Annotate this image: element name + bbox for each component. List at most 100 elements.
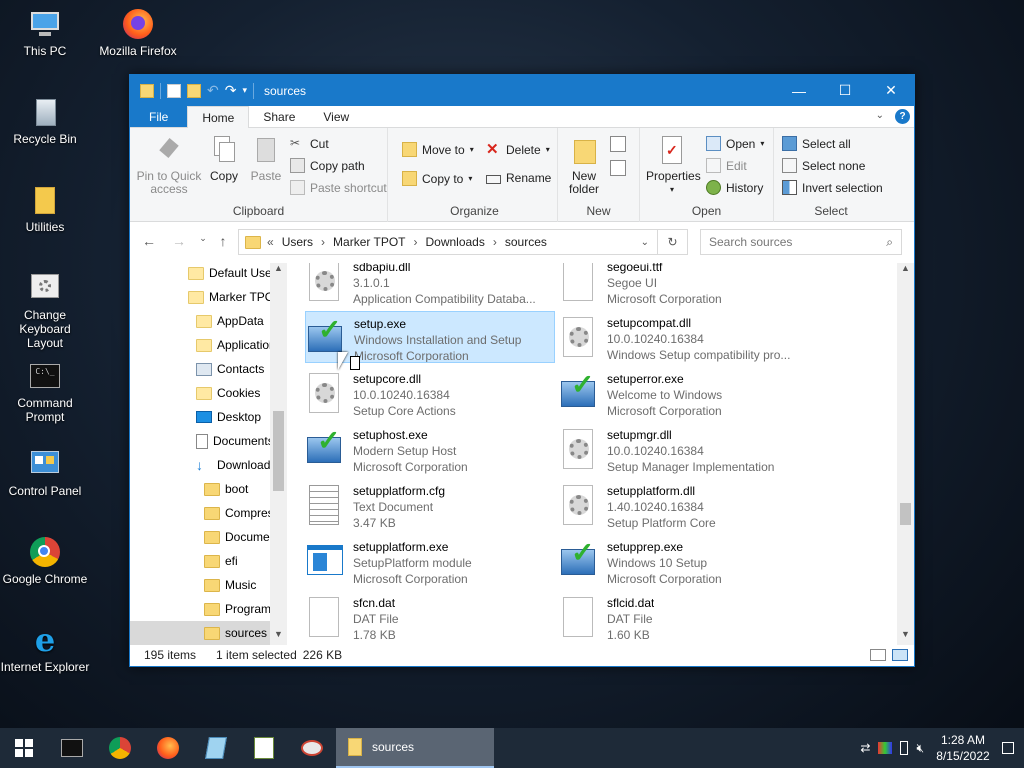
chevron-down-icon[interactable]: ⌄: [641, 237, 649, 248]
new-folder-icon[interactable]: [187, 83, 201, 98]
file-tile[interactable]: sfcn.dat DAT File 1.78 KB: [305, 591, 555, 643]
edit-button[interactable]: Edit: [706, 158, 747, 173]
up-button[interactable]: ↑: [210, 233, 236, 249]
nav-item-cookies[interactable]: Cookies: [196, 381, 260, 405]
taskbar-app-4[interactable]: [192, 728, 240, 768]
taskbar-command-prompt[interactable]: [48, 728, 96, 768]
details-view-button[interactable]: [870, 649, 886, 661]
breadcrumb-marker-tpot[interactable]: Marker TPOT: [333, 235, 405, 249]
nav-item-efi[interactable]: efi: [204, 549, 238, 573]
nav-item-music[interactable]: Music: [204, 573, 256, 597]
file-tile[interactable]: segoeui.ttf Segoe UI Microsoft Corporation: [559, 263, 809, 307]
delete-button[interactable]: ✕ Delete ▾: [486, 142, 550, 157]
forward-button[interactable]: →: [166, 233, 192, 249]
file-tile[interactable]: setupmgr.dll 10.0.10240.16384 Setup Manage…: [559, 423, 809, 475]
move-to-button[interactable]: Move to ▾: [402, 142, 474, 157]
help-icon[interactable]: ?: [895, 109, 910, 124]
new-item-icon[interactable]: [610, 136, 626, 152]
paste-button[interactable]: Paste: [246, 134, 286, 183]
desktop-icon-utilities[interactable]: Utilities: [0, 184, 90, 234]
tab-share[interactable]: Share: [249, 106, 309, 127]
nav-item-appdata[interactable]: AppData: [196, 309, 264, 333]
paste-shortcut-button[interactable]: Paste shortcut: [290, 180, 387, 195]
notifications-icon[interactable]: [1002, 742, 1014, 754]
maximize-button[interactable]: ☐: [822, 75, 868, 106]
tab-home[interactable]: Home: [187, 106, 250, 128]
breadcrumb-users[interactable]: Users: [282, 235, 313, 249]
select-none-button[interactable]: Select none: [782, 158, 865, 173]
new-folder-button[interactable]: New folder: [562, 134, 606, 196]
taskbar-app-6[interactable]: [288, 728, 336, 768]
desktop-icon-control-panel[interactable]: Control Panel: [0, 448, 90, 498]
file-tile[interactable]: ✓ setuperror.exe Welcome to Windows Microso…: [559, 367, 809, 419]
chevron-down-icon[interactable]: ⌄: [876, 110, 884, 121]
desktop-icon-recycle-bin[interactable]: Recycle Bin: [0, 96, 90, 146]
scroll-up-arrow[interactable]: ▲: [270, 263, 287, 279]
nav-item-marker-tpot[interactable]: Marker TPOT: [188, 285, 281, 309]
network-icon[interactable]: ⇄: [860, 741, 870, 755]
breadcrumb-sources[interactable]: sources: [505, 235, 547, 249]
copy-button[interactable]: Copy: [206, 134, 242, 183]
tab-view[interactable]: View: [309, 106, 363, 127]
file-tile[interactable]: ✓ setuphost.exe Modern Setup Host Microsoft…: [305, 423, 555, 475]
redo-icon[interactable]: ↷: [225, 82, 237, 99]
pin-to-quick-access-button[interactable]: Pin to Quick access: [136, 134, 202, 196]
desktop-icon-command-prompt[interactable]: C:\_ Command Prompt: [0, 360, 90, 424]
taskbar-chrome[interactable]: [96, 728, 144, 768]
nav-item-boot[interactable]: boot: [204, 477, 248, 501]
nav-item-desktop[interactable]: Desktop: [196, 405, 261, 429]
nav-item-default-user[interactable]: Default User: [188, 263, 276, 285]
usb-icon[interactable]: [900, 741, 909, 755]
taskbar-firefox[interactable]: [144, 728, 192, 768]
file-tile[interactable]: setupplatform.cfg Text Document 3.47 KB: [305, 479, 555, 531]
file-tile[interactable]: setupcompat.dll 10.0.10240.16384 Windows S…: [559, 311, 809, 363]
nav-item-application[interactable]: Application: [196, 333, 276, 357]
nav-item-sources[interactable]: sources: [130, 621, 286, 645]
desktop-icon-chrome[interactable]: Google Chrome: [0, 536, 90, 586]
scroll-up-arrow[interactable]: ▲: [897, 263, 914, 279]
cut-button[interactable]: ✂ Cut: [290, 136, 329, 151]
copy-path-button[interactable]: Copy path: [290, 158, 365, 173]
file-tile[interactable]: setupplatform.dll 1.40.10240.16384 Setup P…: [559, 479, 809, 531]
breadcrumb-downloads[interactable]: Downloads: [425, 235, 484, 249]
back-button[interactable]: ←: [136, 233, 162, 249]
scroll-down-arrow[interactable]: ▼: [897, 629, 914, 645]
open-button[interactable]: Open ▾: [706, 136, 764, 151]
desktop-icon-internet-explorer[interactable]: e Internet Explorer: [0, 624, 90, 674]
file-tile[interactable]: setupcore.dll 10.0.10240.16384 Setup Core …: [305, 367, 555, 419]
rename-button[interactable]: Rename: [486, 171, 551, 185]
taskbar-explorer-sources[interactable]: sources: [336, 728, 494, 768]
nav-scrollbar[interactable]: ▲ ▼: [270, 263, 287, 645]
clock[interactable]: 1:28 AM 8/15/2022: [932, 732, 994, 764]
undo-icon[interactable]: ↶: [207, 82, 219, 99]
file-tile[interactable]: ✓ setupprep.exe Windows 10 Setup Microsoft …: [559, 535, 809, 587]
scroll-down-arrow[interactable]: ▼: [270, 629, 287, 645]
desktop-icon-this-pc[interactable]: This PC: [0, 8, 90, 58]
refresh-button[interactable]: ↻: [658, 229, 688, 255]
volume-muted-icon[interactable]: 🔇︎: [916, 741, 924, 756]
copy-to-button[interactable]: Copy to ▾: [402, 171, 472, 186]
content-scrollbar[interactable]: ▲ ▼: [897, 263, 914, 645]
desktop-icon-keyboard-layout[interactable]: Change Keyboard Layout: [0, 272, 90, 350]
address-bar[interactable]: « Users › Marker TPOT › Downloads › sour…: [238, 229, 658, 255]
properties-icon[interactable]: [167, 83, 181, 98]
tab-file[interactable]: File: [130, 106, 188, 127]
invert-selection-button[interactable]: Invert selection: [782, 180, 883, 195]
nav-item-programs[interactable]: Programs: [204, 597, 277, 621]
start-button[interactable]: [0, 728, 48, 768]
scroll-thumb[interactable]: [900, 503, 911, 525]
tiles-view-button[interactable]: [892, 649, 908, 661]
history-button[interactable]: History: [706, 180, 763, 195]
file-tile[interactable]: sdbapiu.dll 3.1.0.1 Application Compatibil…: [305, 263, 555, 307]
nav-item-downloads[interactable]: ↓ Downloads: [196, 453, 276, 477]
select-all-button[interactable]: Select all: [782, 136, 851, 151]
chevron-down-icon[interactable]: ▾: [242, 85, 247, 96]
desktop-icon-firefox[interactable]: Mozilla Firefox: [93, 8, 183, 58]
file-tile[interactable]: sflcid.dat DAT File 1.60 KB: [559, 591, 809, 643]
scroll-thumb[interactable]: [273, 411, 284, 491]
nav-item-contacts[interactable]: Contacts: [196, 357, 264, 381]
properties-button[interactable]: ✓ Properties ▾: [646, 134, 701, 196]
minimize-button[interactable]: —: [776, 75, 822, 106]
close-button[interactable]: ✕: [868, 75, 914, 106]
file-tile[interactable]: setupplatform.exe SetupPlatform module Mic…: [305, 535, 555, 587]
